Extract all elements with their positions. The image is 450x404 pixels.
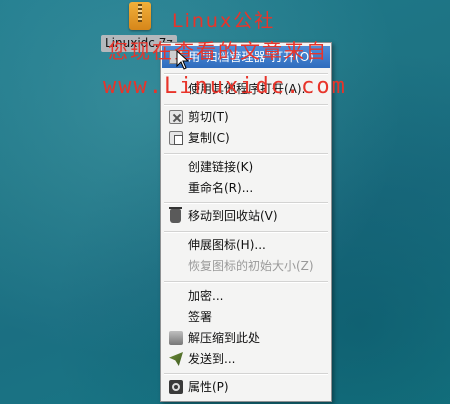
menu-item-label: 用"归档管理器"打开(O)	[188, 50, 314, 64]
menu-separator	[164, 281, 328, 283]
menu-item-rename[interactable]: 重命名(R)...	[162, 177, 330, 199]
menu-item-cut[interactable]: 剪切(T)	[162, 106, 330, 128]
menu-item-stretch-icon[interactable]: 伸展图标(H)...	[162, 234, 330, 256]
menu-item-properties[interactable]: 属性(P)	[162, 376, 330, 398]
menu-item-label: 复制(C)	[188, 131, 230, 145]
menu-item-open-with[interactable]: 使用其他程序打开(A)...	[162, 78, 330, 100]
mouse-cursor-icon	[176, 50, 190, 70]
menu-item-sign[interactable]: 签署	[162, 306, 330, 328]
menu-item-label: 剪切(T)	[188, 110, 229, 124]
menu-item-restore-icon-size: 恢复图标的初始大小(Z)	[162, 255, 330, 277]
menu-item-label: 使用其他程序打开(A)...	[188, 82, 314, 96]
menu-item-label: 属性(P)	[188, 380, 229, 394]
menu-item-label: 创建链接(K)	[188, 160, 254, 174]
cut-icon	[169, 110, 183, 124]
trash-icon	[169, 207, 182, 223]
menu-item-create-link[interactable]: 创建链接(K)	[162, 156, 330, 178]
archive-icon	[129, 2, 151, 30]
menu-item-label: 签署	[188, 310, 213, 324]
menu-item-label: 重命名(R)...	[188, 181, 254, 195]
menu-item-label: 发送到...	[188, 352, 236, 366]
menu-item-copy[interactable]: 复制(C)	[162, 127, 330, 149]
menu-item-label: 移动到回收站(V)	[188, 209, 278, 223]
extract-icon	[169, 331, 183, 345]
context-menu: 用"归档管理器"打开(O) 使用其他程序打开(A)... 剪切(T) 复制(C)…	[160, 42, 332, 402]
menu-item-send-to[interactable]: 发送到...	[162, 348, 330, 370]
menu-item-label: 恢复图标的初始大小(Z)	[188, 259, 314, 273]
menu-item-encrypt[interactable]: 加密...	[162, 285, 330, 307]
menu-separator	[164, 373, 328, 375]
menu-item-label: 伸展图标(H)...	[188, 238, 266, 252]
menu-separator	[164, 73, 328, 75]
menu-item-label: 加密...	[188, 289, 224, 303]
properties-icon	[169, 380, 183, 394]
menu-item-label: 解压缩到此处	[188, 331, 261, 345]
menu-separator	[164, 231, 328, 233]
menu-separator	[164, 202, 328, 204]
menu-separator	[164, 153, 328, 155]
menu-item-move-to-trash[interactable]: 移动到回收站(V)	[162, 205, 330, 227]
copy-icon	[169, 131, 183, 145]
send-icon	[169, 352, 183, 366]
menu-item-extract-here[interactable]: 解压缩到此处	[162, 327, 330, 349]
